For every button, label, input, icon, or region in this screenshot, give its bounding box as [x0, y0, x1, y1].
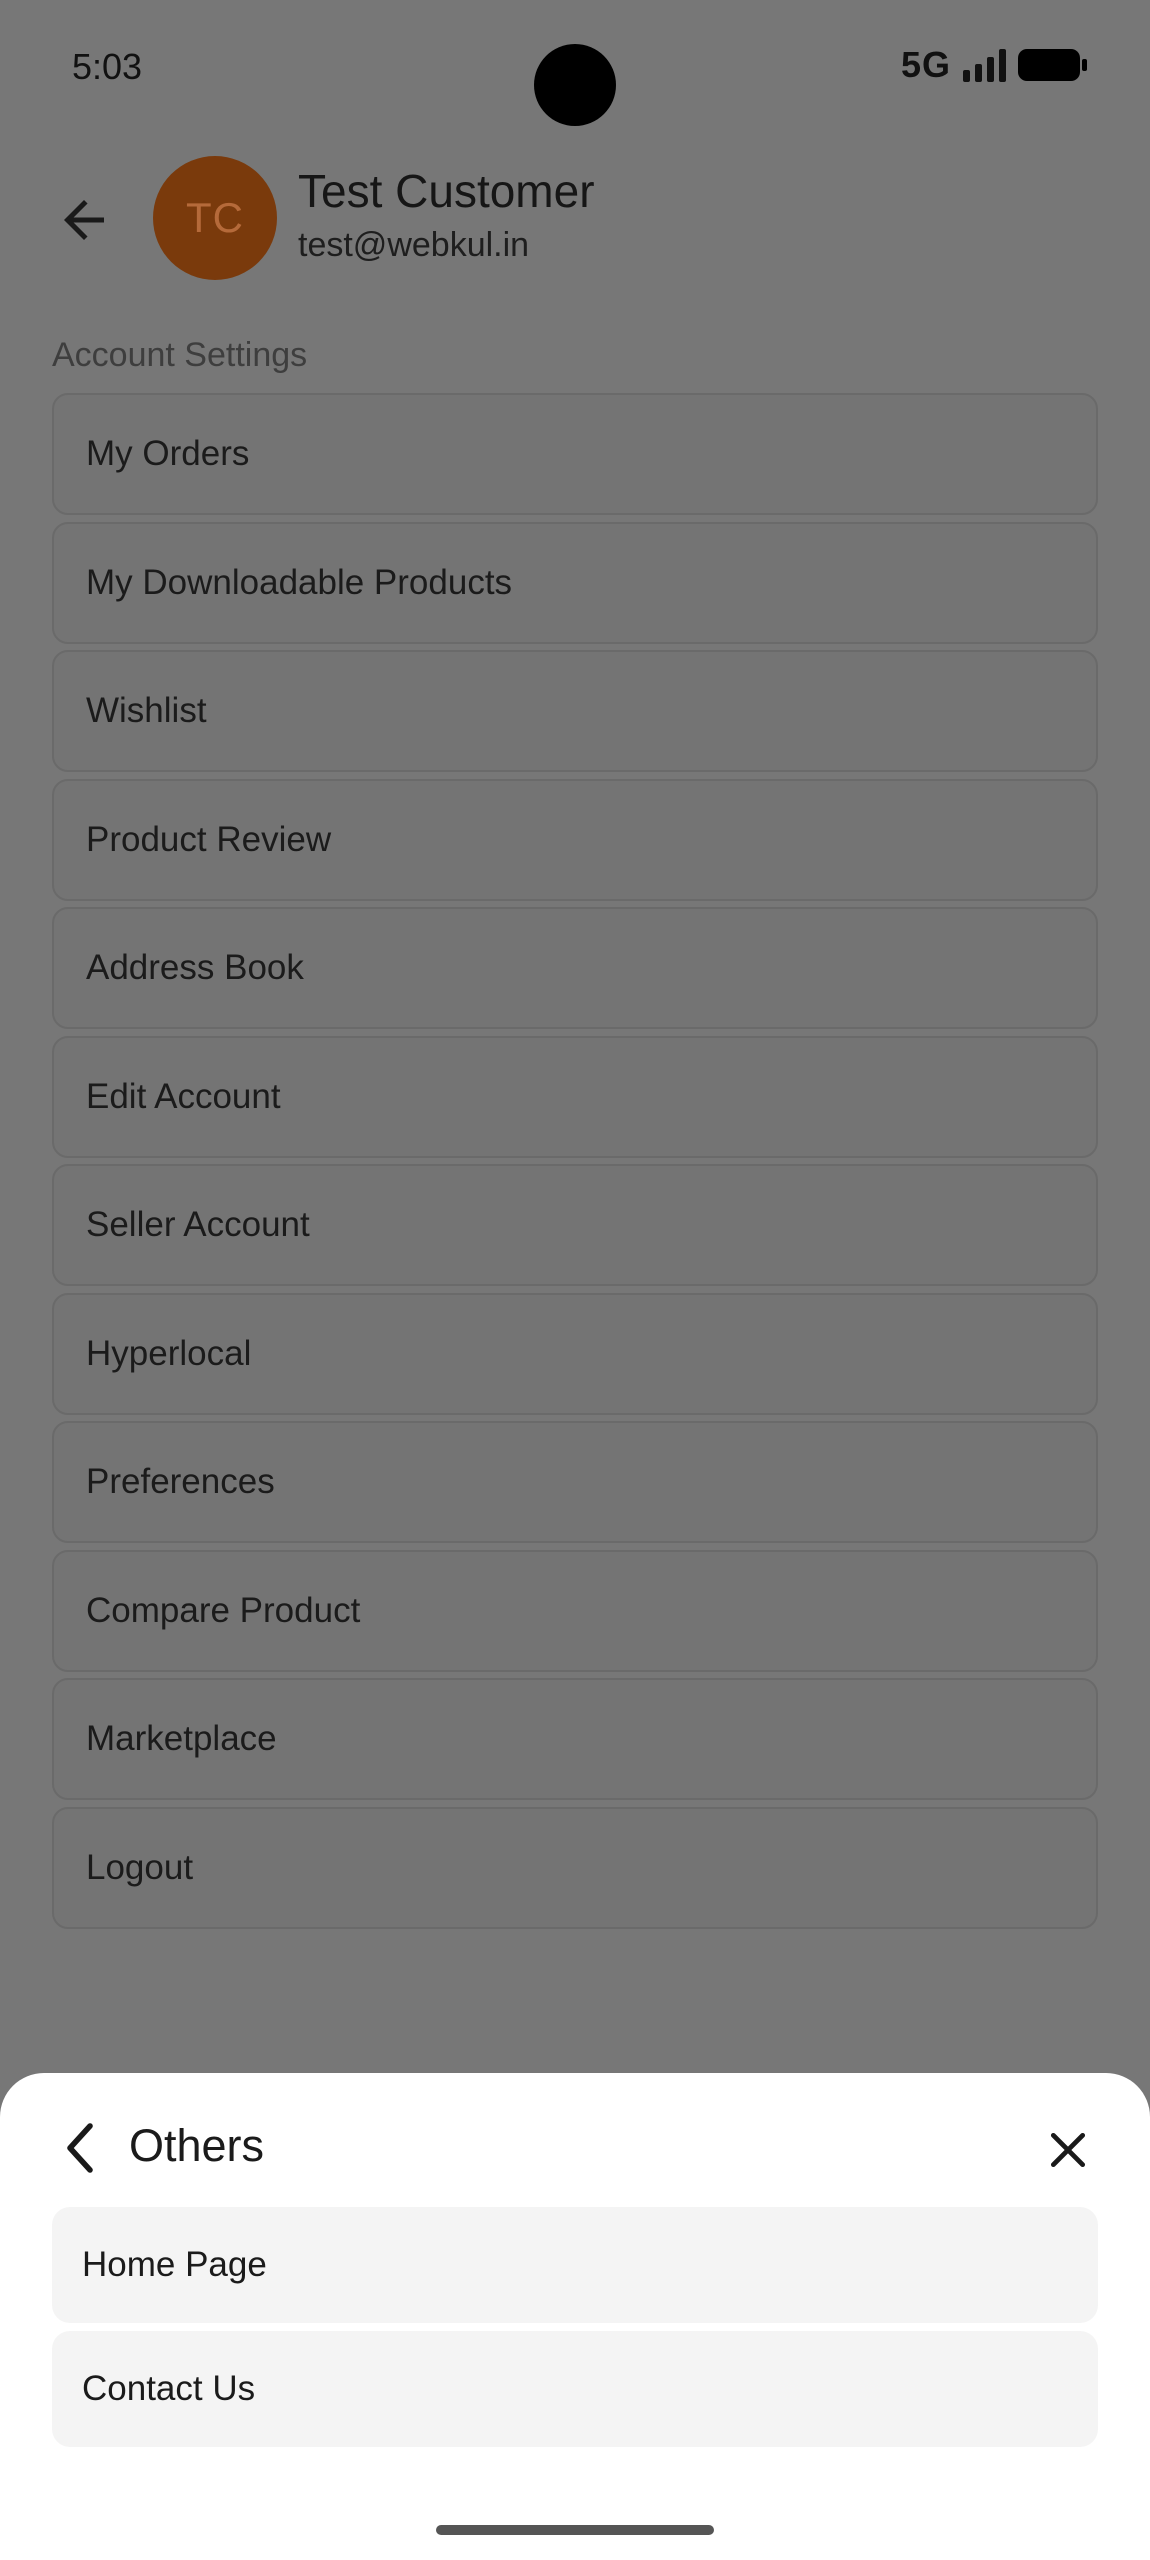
menu-item-edit-account[interactable]: Edit Account: [52, 1035, 1098, 1158]
status-bar: 5:03 5G: [0, 0, 1150, 135]
chevron-left-icon[interactable]: [56, 2120, 104, 2176]
battery-icon: [1018, 49, 1087, 81]
menu-item-logout[interactable]: Logout: [52, 1806, 1098, 1929]
menu-item-product-review[interactable]: Product Review: [52, 778, 1098, 901]
close-icon[interactable]: [1046, 2128, 1090, 2172]
menu-item-downloadable-products[interactable]: My Downloadable Products: [52, 521, 1098, 644]
menu-item-wishlist[interactable]: Wishlist: [52, 650, 1098, 772]
section-title: Account Settings: [52, 336, 308, 374]
avatar: TC: [153, 156, 277, 280]
menu-item-compare-product[interactable]: Compare Product: [52, 1549, 1098, 1672]
back-arrow-icon[interactable]: [54, 190, 114, 250]
menu-item-hyperlocal[interactable]: Hyperlocal: [52, 1292, 1098, 1415]
user-email: test@webkul.in: [298, 226, 530, 264]
menu-item-address-book[interactable]: Address Book: [52, 907, 1098, 1029]
sheet-item-home-page[interactable]: Home Page: [52, 2207, 1098, 2323]
menu-item-seller-account[interactable]: Seller Account: [52, 1164, 1098, 1286]
sheet-title: Others: [129, 2120, 265, 2171]
avatar-initials: TC: [186, 194, 244, 241]
home-indicator[interactable]: [436, 2525, 714, 2535]
status-indicators: 5G: [900, 44, 1087, 86]
menu-item-my-orders[interactable]: My Orders: [52, 393, 1098, 515]
user-name: Test Customer: [298, 165, 595, 217]
network-type-label: 5G: [900, 44, 951, 85]
status-time: 5:03: [72, 46, 143, 87]
menu-item-preferences[interactable]: Preferences: [52, 1421, 1098, 1543]
camera-cutout: [534, 44, 616, 126]
account-settings-list: My Orders My Downloadable Products Wishl…: [52, 393, 1098, 1935]
signal-icon: [963, 48, 1006, 82]
menu-item-marketplace[interactable]: Marketplace: [52, 1678, 1098, 1800]
sheet-item-contact-us[interactable]: Contact Us: [52, 2331, 1098, 2447]
